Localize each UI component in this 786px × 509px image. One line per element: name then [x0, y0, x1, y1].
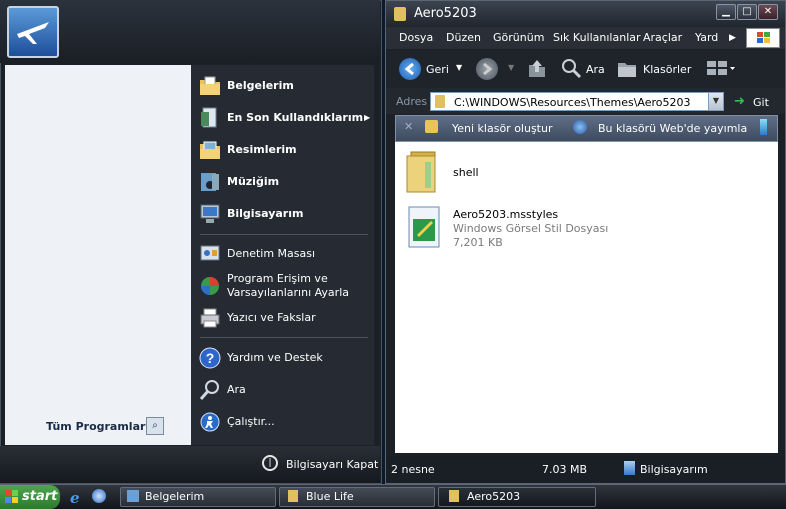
menu-yardim[interactable]: Yard — [695, 31, 718, 44]
new-folder-task[interactable]: Yeni klasör oluştur — [452, 122, 553, 135]
minimize-button[interactable]: ▁ — [716, 4, 736, 20]
start-item-denetim-masasi[interactable]: Denetim Masası — [198, 242, 315, 266]
new-folder-icon — [425, 120, 438, 133]
folder-icon — [435, 95, 445, 108]
back-button[interactable]: Geri — [426, 63, 449, 76]
back-arrow-icon[interactable] — [399, 58, 421, 80]
start-menu-pinned-panel — [5, 65, 191, 445]
my-computer-icon — [624, 461, 635, 475]
internet-explorer-icon[interactable]: e — [70, 489, 80, 507]
address-dropdown-icon[interactable]: ▼ — [708, 93, 723, 110]
menu-dosya[interactable]: Dosya — [399, 31, 433, 44]
shutdown-button[interactable]: Bilgisayarı Kapat — [286, 458, 378, 471]
address-value: C:\WINDOWS\Resources\Themes\Aero5203 — [454, 96, 691, 109]
start-item-yazici-ve-fakslar[interactable]: Yazıcı ve Fakslar — [198, 306, 316, 330]
user-avatar[interactable] — [7, 6, 59, 58]
all-programs-search-icon[interactable]: ⌕ — [146, 417, 164, 435]
status-location: Bilgisayarım — [640, 463, 708, 476]
folders-button[interactable]: Klasörler — [643, 63, 691, 76]
file-list — [395, 142, 778, 453]
search-icon — [199, 380, 219, 400]
start-item-ara[interactable]: Ara — [198, 378, 246, 402]
back-dropdown-icon[interactable]: ▼ — [456, 63, 462, 72]
run-icon — [200, 412, 220, 432]
publish-web-task[interactable]: Bu klasörü Web'de yayımla — [598, 122, 747, 135]
window-title: Aero5203 — [414, 6, 477, 21]
start-menu-separator — [200, 337, 368, 338]
folder-documents-icon — [200, 76, 220, 95]
views-icon[interactable] — [706, 59, 736, 80]
help-icon: ? — [199, 347, 221, 369]
control-panel-icon — [200, 245, 220, 261]
status-size: 7.03 MB — [542, 463, 588, 476]
up-folder-icon[interactable] — [526, 57, 548, 82]
file-size: 7,201 KB — [453, 236, 503, 249]
folder-icon — [394, 7, 406, 21]
go-arrow-icon[interactable]: ➜ — [734, 94, 745, 109]
maximize-button[interactable]: □ — [737, 4, 757, 20]
forward-arrow-icon[interactable] — [476, 58, 498, 80]
start-item-calistir[interactable]: Çalıştır... — [198, 410, 275, 434]
folder-icon[interactable] — [405, 150, 439, 197]
menu-duzen[interactable]: Düzen — [446, 31, 481, 44]
folder-music-icon — [201, 173, 219, 191]
quick-launch-icon[interactable] — [92, 489, 106, 503]
search-icon[interactable] — [560, 57, 582, 82]
msstyles-file-icon[interactable] — [405, 205, 445, 254]
forward-dropdown-icon[interactable]: ▼ — [508, 63, 514, 72]
search-button[interactable]: Ara — [586, 63, 605, 76]
taskbar-button-belgelerim[interactable]: Belgelerim — [120, 487, 276, 507]
menu-sik-kullanilanlar[interactable]: Sık Kullanılanlar — [553, 31, 641, 44]
folder-icon — [449, 490, 459, 502]
taskbar-button-blue-life[interactable]: Blue Life — [279, 487, 435, 507]
close-tasks-icon[interactable]: ✕ — [404, 120, 413, 133]
file-type: Windows Görsel Stil Dosyası — [453, 222, 609, 235]
start-item-bilgisayarim[interactable]: Bilgisayarım — [198, 202, 303, 226]
menu-overflow-icon[interactable]: ▶ — [729, 33, 736, 43]
folder-icon — [288, 490, 298, 502]
program-defaults-icon — [201, 277, 219, 295]
start-item-muzigim[interactable]: Müziğim — [198, 170, 279, 194]
power-icon[interactable]: | — [262, 455, 278, 471]
address-label: Adres — [396, 95, 428, 108]
start-item-yardim-ve-destek[interactable]: ? Yardım ve Destek — [198, 346, 323, 370]
windows-flag-icon — [5, 490, 19, 507]
taskbar-button-aero5203[interactable]: Aero5203 — [438, 487, 596, 507]
menu-gorunum[interactable]: Görünüm — [493, 31, 544, 44]
document-window-icon — [127, 490, 139, 502]
my-computer-icon — [200, 204, 220, 223]
start-item-resimlerim[interactable]: Resimlerim — [198, 138, 297, 162]
folder-pictures-icon — [200, 141, 220, 159]
start-item-belgelerim[interactable]: Belgelerim — [198, 74, 294, 98]
folders-icon[interactable] — [616, 57, 638, 82]
status-count: 2 nesne — [391, 463, 435, 476]
start-menu-separator — [200, 234, 368, 235]
svg-text:?: ? — [206, 350, 215, 366]
printer-icon — [200, 308, 220, 328]
start-label: start — [22, 489, 58, 504]
menu-araclar[interactable]: Araçlar — [643, 31, 682, 44]
recent-documents-icon — [201, 107, 217, 128]
start-item-en-son-kullandiklarim[interactable]: En Son Kullandıklarım — [198, 106, 363, 130]
submenu-arrow-icon: ▶ — [364, 113, 371, 122]
file-name-shell[interactable]: shell — [453, 166, 479, 179]
windows-logo-icon — [746, 28, 780, 48]
publish-web-icon — [573, 120, 587, 134]
close-button[interactable]: ✕ — [758, 4, 778, 20]
start-item-program-erisim[interactable]: Program Erişim ve Varsayılanlarını Ayarla — [198, 272, 349, 300]
go-button[interactable]: Git — [753, 96, 769, 109]
file-name-msstyles[interactable]: Aero5203.msstyles — [453, 208, 558, 221]
tasks-scroll-icon[interactable] — [760, 119, 767, 135]
airplane-icon — [17, 22, 49, 44]
all-programs-label[interactable]: Tüm Programlar — [46, 420, 145, 433]
